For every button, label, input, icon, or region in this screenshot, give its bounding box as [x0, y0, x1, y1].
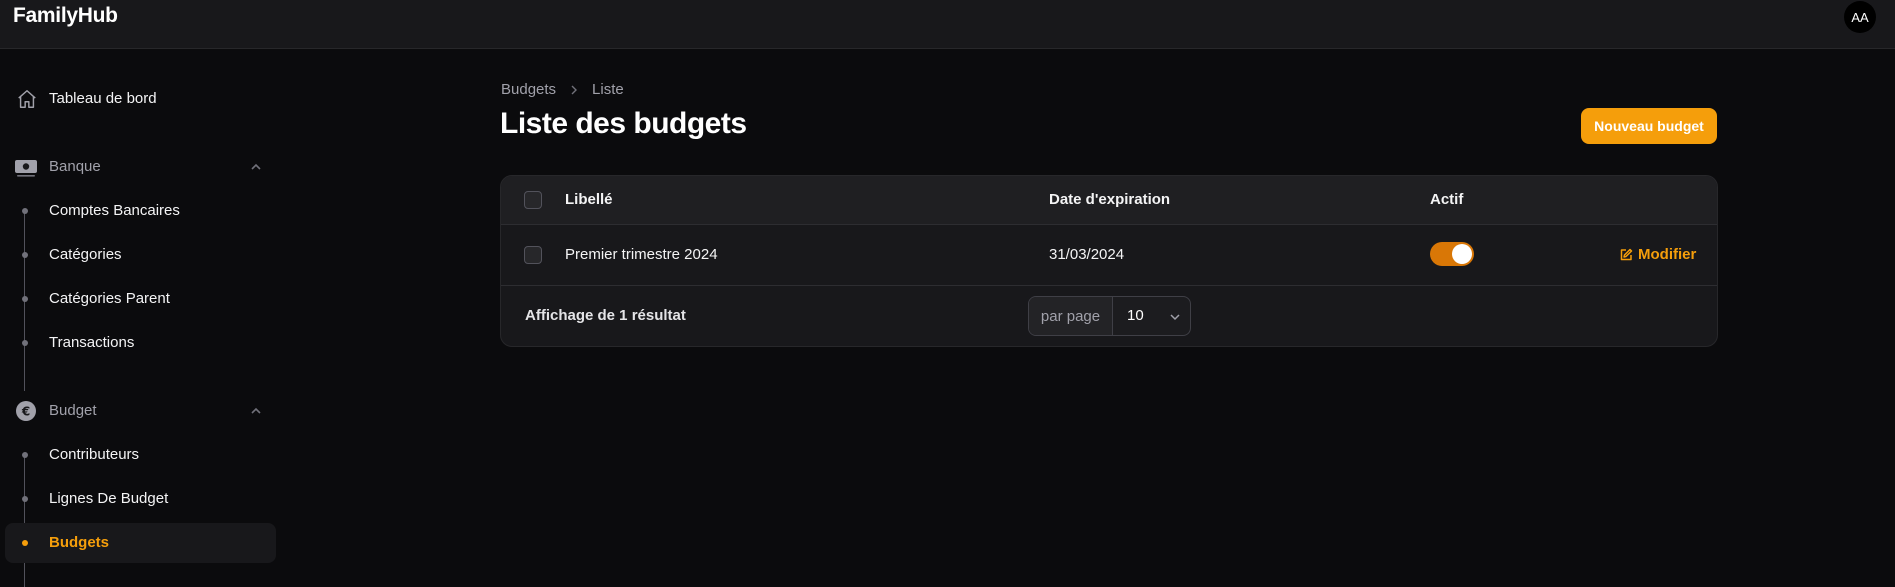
cell-libelle: Premier trimestre 2024 [565, 246, 718, 263]
breadcrumb: Budgets Liste [501, 81, 624, 98]
sidebar-group-label: Budget [49, 402, 97, 419]
sidebar-item-label: Catégories Parent [49, 290, 170, 307]
sidebar-item-label: Comptes Bancaires [49, 202, 180, 219]
bullet-dot [22, 452, 28, 458]
bullet-dot [22, 296, 28, 302]
sidebar-item-categories[interactable]: Catégories [5, 235, 276, 275]
sidebar-item-categories-parent[interactable]: Catégories Parent [5, 279, 276, 319]
row-checkbox[interactable] [524, 246, 542, 264]
budgets-table: Libellé Date d'expiration Actif Premier … [500, 175, 1718, 347]
column-header-date-expiration[interactable]: Date d'expiration [1049, 191, 1170, 208]
user-avatar[interactable]: AA [1844, 1, 1876, 33]
edit-label: Modifier [1638, 246, 1697, 263]
new-budget-button[interactable]: Nouveau budget [1581, 108, 1717, 144]
column-header-libelle[interactable]: Libellé [565, 191, 613, 208]
sidebar-item-budgets[interactable]: Budgets [5, 523, 276, 563]
breadcrumb-link-budgets[interactable]: Budgets [501, 81, 556, 98]
select-all-checkbox[interactable] [524, 191, 542, 209]
cell-date-expiration: 31/03/2024 [1049, 246, 1125, 263]
table-header: Libellé Date d'expiration Actif [501, 176, 1717, 225]
edit-link[interactable]: Modifier [1619, 246, 1696, 263]
bullet-dot [22, 340, 28, 346]
home-icon [18, 90, 36, 108]
sidebar-item-label: Transactions [49, 334, 135, 351]
sidebar-item-lignes-de-budget[interactable]: Lignes De Budget [5, 479, 276, 519]
sidebar-item-contributeurs[interactable]: Contributeurs [5, 435, 276, 475]
chevron-up-icon[interactable] [248, 403, 264, 419]
results-summary: Affichage de 1 résultat [525, 307, 686, 324]
sidebar-group-budget[interactable]: € Budget [5, 391, 276, 431]
sidebar: Tableau de bord Banque Comptes Bancaires… [0, 49, 282, 587]
table-footer: Affichage de 1 résultat par page 10 [501, 286, 1717, 346]
top-bar: FamilyHub AA [0, 0, 1895, 49]
sidebar-item-label: Catégories [49, 246, 122, 263]
bullet-dot [22, 252, 28, 258]
sidebar-item-transactions[interactable]: Transactions [5, 323, 276, 363]
sidebar-item-comptes-bancaires[interactable]: Comptes Bancaires [5, 191, 276, 231]
svg-text:€: € [21, 405, 30, 419]
chevron-right-icon [571, 85, 578, 94]
sidebar-item-dashboard[interactable]: Tableau de bord [5, 79, 276, 119]
brand-logo[interactable]: FamilyHub [13, 4, 118, 28]
sidebar-item-label: Lignes De Budget [49, 490, 169, 507]
page-title: Liste des budgets [500, 107, 747, 140]
toggle-knob [1452, 244, 1472, 264]
per-page-select[interactable]: par page 10 [1028, 296, 1191, 336]
sidebar-item-label: Budgets [49, 534, 109, 551]
bullet-dot [22, 496, 28, 502]
column-header-actif[interactable]: Actif [1430, 191, 1463, 208]
edit-icon [1620, 248, 1633, 260]
sidebar-item-label: Tableau de bord [49, 90, 157, 107]
sidebar-group-label: Banque [49, 158, 101, 175]
euro-icon: € [16, 401, 36, 421]
chevron-down-icon[interactable] [1168, 310, 1182, 324]
breadcrumb-current: Liste [592, 81, 624, 98]
sidebar-item-label: Contributeurs [49, 446, 140, 463]
active-toggle[interactable] [1430, 242, 1474, 266]
banknote-icon [15, 160, 37, 177]
per-page-value[interactable]: 10 [1127, 307, 1144, 324]
chevron-up-icon[interactable] [248, 159, 264, 175]
bullet-dot [22, 208, 28, 214]
bullet-dot [22, 540, 28, 546]
per-page-label: par page [1029, 297, 1113, 335]
sidebar-group-banque[interactable]: Banque [5, 147, 276, 187]
table-row[interactable]: Premier trimestre 2024 31/03/2024 Modifi… [501, 225, 1717, 286]
